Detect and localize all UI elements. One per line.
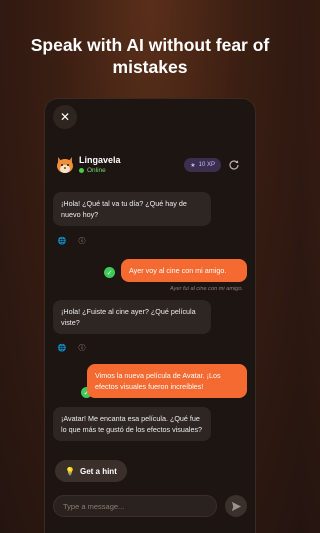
translate-globe-icon[interactable]: 🌐 xyxy=(57,343,67,353)
hint-label: Get a hint xyxy=(79,466,117,476)
xp-label: 10 XP xyxy=(198,162,215,168)
message-input-container xyxy=(53,495,217,517)
online-status: Online xyxy=(79,167,106,174)
get-hint-button[interactable]: 💡 Get a hint xyxy=(55,460,127,482)
close-button[interactable]: ✕ xyxy=(53,105,77,129)
close-icon: ✕ xyxy=(59,110,71,124)
fox-avatar-icon xyxy=(57,157,73,173)
headline: Speak with AI without fear of mistakes xyxy=(30,35,270,77)
lightbulb-icon: 💡 xyxy=(65,466,75,476)
message-actions: 🌐 ⓘ xyxy=(57,343,87,353)
status-label: Online xyxy=(87,167,106,174)
message-actions: 🌐 ⓘ xyxy=(57,236,87,246)
star-icon: ★ xyxy=(190,162,196,169)
bot-message: ¡Hola! ¿Fuiste al cine ayer? ¿Qué pelícu… xyxy=(53,300,211,334)
refresh-icon[interactable] xyxy=(227,158,241,172)
correction-text: Ayer fui al cine con mi amigo. xyxy=(169,286,243,292)
info-icon[interactable]: ⓘ xyxy=(77,236,87,246)
online-dot-icon xyxy=(79,168,84,173)
chat-header: Lingavela Online ★ 10 XP xyxy=(55,155,245,179)
message-input[interactable] xyxy=(63,501,207,511)
bot-name: Lingavela xyxy=(79,155,121,165)
user-message: Ayer voy al cine con mi amigo. xyxy=(121,259,247,282)
info-icon[interactable]: ⓘ xyxy=(77,343,87,353)
correct-check-icon: ✓ xyxy=(104,267,115,278)
send-icon xyxy=(231,501,241,511)
bot-message: ¡Avatar! Me encanta esa película. ¿Qué f… xyxy=(53,407,211,441)
user-message: Vimos la nueva película de Avatar. ¡Los … xyxy=(87,364,247,398)
chat-screen: ✕ Lingavela Online ★ 10 XP ¡Hola! ¿Qué t… xyxy=(44,98,256,533)
send-button[interactable] xyxy=(225,495,247,517)
translate-globe-icon[interactable]: 🌐 xyxy=(57,236,67,246)
bot-message: ¡Hola! ¿Qué tal va tu día? ¿Qué hay de n… xyxy=(53,192,211,226)
xp-badge: ★ 10 XP xyxy=(184,158,221,172)
